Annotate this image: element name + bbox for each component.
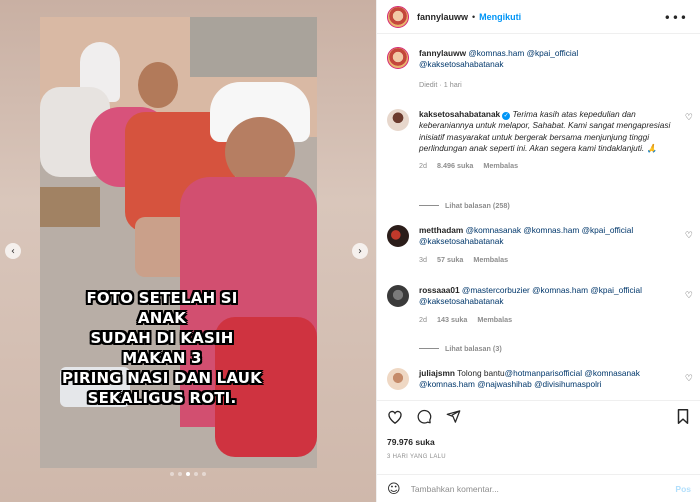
carousel-dot	[170, 472, 174, 476]
overlay-text: FOTO SETELAH SI ANAK SUDAH DI KASIH MAKA…	[62, 289, 262, 407]
comment-input[interactable]	[410, 484, 676, 494]
header-separator: •	[472, 11, 476, 22]
comment-icon[interactable]	[417, 409, 432, 428]
view-replies-label: Lihat balasan (258)	[445, 201, 510, 210]
reply-button[interactable]: Membalas	[473, 254, 508, 265]
author-avatar[interactable]	[387, 5, 409, 28]
comment-meta: 2d 8.496 suka Membalas	[419, 160, 679, 171]
comment-username[interactable]: juliajsmn	[419, 368, 455, 378]
comment-item: rossaaa01 @mastercorbuzier @komnas.ham @…	[419, 285, 679, 325]
comments-list[interactable]: fannylauww @komnas.ham @kpai_official @k…	[377, 35, 700, 400]
replies-divider	[419, 348, 439, 349]
likes-count[interactable]: 79.976 suka	[387, 437, 435, 447]
comment-username[interactable]: rossaaa01	[419, 285, 460, 295]
comment-avatar[interactable]	[387, 285, 409, 307]
comment-like-heart-icon[interactable]: ♡	[685, 374, 693, 384]
edited-label: Diedit	[419, 79, 438, 89]
post-timestamp: 3 HARI YANG LALU	[387, 454, 446, 460]
caption-time: 1 hari	[443, 79, 462, 89]
caption-mention[interactable]: @kpai_official	[527, 48, 579, 58]
post-comment-button[interactable]: Pos	[675, 484, 691, 494]
comment-likes[interactable]: 143 suka	[437, 314, 467, 325]
media-pane: FOTO SETELAH SI ANAK SUDAH DI KASIH MAKA…	[0, 0, 376, 502]
comment-item: metthadam @komnasanak @komnas.ham @kpai_…	[419, 225, 679, 265]
comment-like-heart-icon[interactable]: ♡	[685, 291, 693, 301]
comment-like-heart-icon[interactable]: ♡	[685, 113, 693, 123]
share-icon[interactable]	[446, 409, 461, 428]
author-username[interactable]: fannylauww	[417, 12, 468, 22]
carousel-indicator	[0, 472, 376, 476]
comment-time: 2d	[419, 314, 427, 324]
media-overlay-caption: FOTO SETELAH SI ANAK SUDAH DI KASIH MAKA…	[62, 288, 262, 408]
comment-username[interactable]: metthadam	[419, 225, 463, 235]
comment-text: Tolong bantu	[457, 368, 505, 378]
post-actions: 79.976 suka 3 HARI YANG LALU ☺ Pos	[377, 400, 700, 502]
verified-badge-icon: ✓	[502, 112, 511, 120]
chevron-right-icon: ›	[358, 245, 362, 257]
chevron-left-icon: ‹	[11, 245, 15, 257]
comment-avatar[interactable]	[387, 368, 409, 390]
action-icons	[387, 409, 461, 428]
next-slide-button[interactable]: ›	[352, 243, 368, 259]
meta-separator: ·	[439, 79, 442, 89]
reply-button[interactable]: Membalas	[483, 160, 518, 171]
comment-meta: 3d 57 suka Membalas	[419, 254, 679, 265]
replies-divider	[419, 205, 439, 206]
caption-avatar[interactable]	[387, 47, 409, 69]
caption-mention[interactable]: @komnas.ham	[468, 48, 524, 58]
comment-item: juliajsmn Tolong bantu@hotmanparisoffici…	[419, 368, 679, 391]
caption-mention[interactable]: @kaksetosahabatanak	[419, 59, 504, 69]
carousel-dot	[194, 472, 198, 476]
prev-slide-button[interactable]: ‹	[5, 243, 21, 259]
heart-icon[interactable]	[387, 409, 403, 428]
more-horizontal-icon[interactable]: •••	[664, 11, 688, 25]
reply-button[interactable]: Membalas	[477, 314, 512, 325]
caption-meta: Diedit · 1 hari	[419, 79, 679, 90]
comment-like-heart-icon[interactable]: ♡	[685, 231, 693, 241]
comment-item: kaksetosahabatanak ✓ Terima kasih atas ke…	[419, 109, 679, 171]
add-comment-bar: ☺ Pos	[377, 474, 700, 502]
post-sidebar: fannylauww • Mengikuti ••• fannylauww @k…	[376, 0, 700, 502]
caption-username[interactable]: fannylauww	[419, 48, 466, 58]
view-replies-label: Lihat balasan (3)	[445, 344, 502, 353]
comment-likes[interactable]: 8.496 suka	[437, 160, 473, 171]
post-viewer: FOTO SETELAH SI ANAK SUDAH DI KASIH MAKA…	[0, 0, 700, 502]
carousel-dot	[178, 472, 182, 476]
follow-button[interactable]: Mengikuti	[479, 12, 521, 22]
smiley-icon[interactable]: ☺	[387, 482, 401, 497]
comment-username[interactable]: kaksetosahabatanak	[419, 109, 500, 119]
carousel-dot-active	[186, 472, 190, 476]
carousel-dot	[202, 472, 206, 476]
comment-time: 3d	[419, 254, 427, 264]
post-header: fannylauww • Mengikuti •••	[377, 0, 700, 34]
bookmark-icon[interactable]	[677, 409, 689, 429]
caption-body: fannylauww @komnas.ham @kpai_official @k…	[419, 48, 679, 90]
comment-avatar[interactable]	[387, 109, 409, 131]
comment-avatar[interactable]	[387, 225, 409, 247]
comment-meta: 2d 143 suka Membalas	[419, 314, 679, 325]
view-replies-button[interactable]: Lihat balasan (258)	[419, 201, 510, 210]
comment-likes[interactable]: 57 suka	[437, 254, 463, 265]
view-replies-button[interactable]: Lihat balasan (3)	[419, 344, 502, 353]
comment-time: 2d	[419, 161, 427, 171]
